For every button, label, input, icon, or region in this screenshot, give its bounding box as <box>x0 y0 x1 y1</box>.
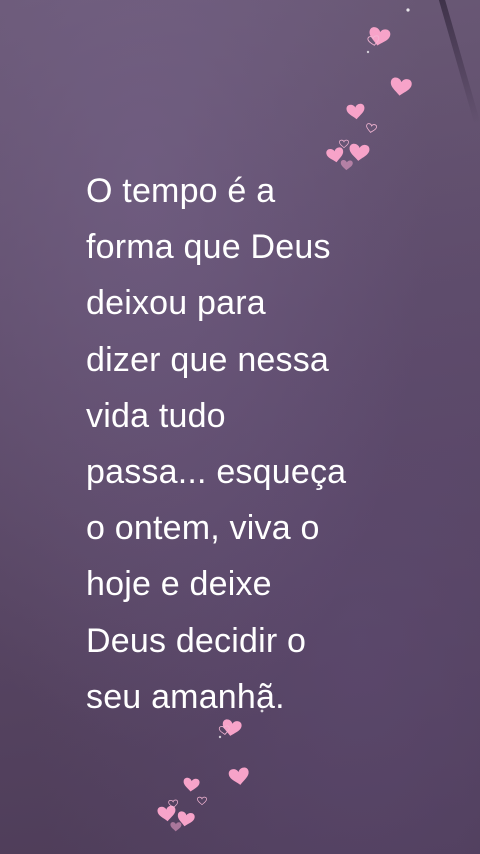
quote-line: dizer que nessa <box>86 340 330 379</box>
quote-line: hoje e deixe <box>86 565 272 604</box>
quote-text: O tempo é a forma que Deus deixou para d… <box>86 163 416 725</box>
quote-line: O tempo é a <box>86 172 276 210</box>
quote-line: seu amanhã. <box>86 677 285 716</box>
quote-line: deixou para <box>86 284 266 323</box>
quote-line: forma que Deus <box>86 228 331 267</box>
quote-line: o ontem, viva o <box>86 509 320 548</box>
quote-line: vida tudo <box>86 396 226 435</box>
quote-line: passa... esqueça <box>86 453 347 492</box>
quote-line: Deus decidir o <box>86 621 307 660</box>
